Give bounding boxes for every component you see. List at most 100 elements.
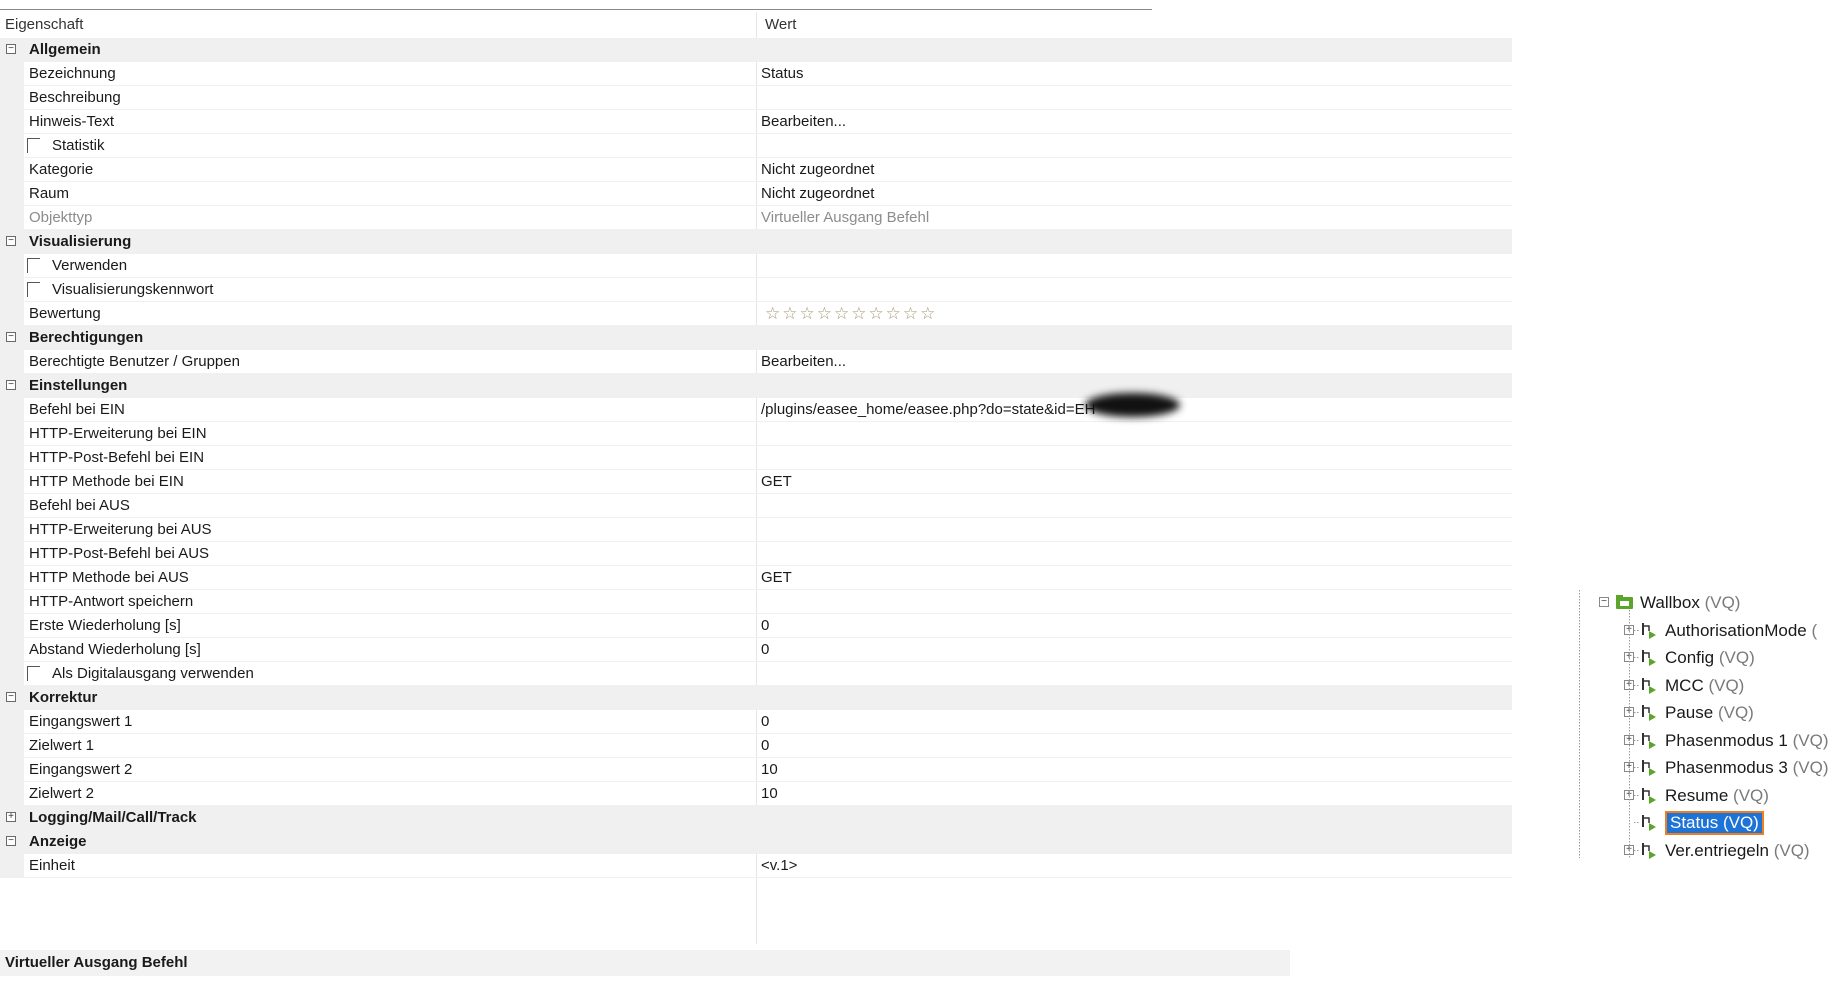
expand-icon[interactable]: +	[6, 812, 16, 822]
category-row-visualisierung[interactable]: − Visualisierung	[0, 230, 1512, 254]
checkbox-statistik[interactable]	[27, 138, 40, 153]
property-row-http-methode-bei-ein[interactable]: HTTP Methode bei EIN GET	[0, 470, 1512, 494]
tree-item-phasenmodus-1[interactable]: +Phasenmodus 1 (VQ)	[1579, 728, 1846, 754]
category-row-logging-mail-call-track[interactable]: + Logging/Mail/Call/Track	[0, 806, 1512, 830]
row-gutter	[0, 254, 24, 278]
tree-item-label[interactable]: Config (VQ)	[1665, 645, 1755, 671]
property-row-http-erweiterung-bei-aus[interactable]: HTTP-Erweiterung bei AUS	[0, 518, 1512, 542]
tree-item-label[interactable]: Resume (VQ)	[1665, 783, 1769, 809]
property-row-verwenden[interactable]: Verwenden	[0, 254, 1512, 278]
tree-item-label[interactable]: Phasenmodus 3 (VQ)	[1665, 755, 1829, 781]
row-gutter	[0, 134, 24, 158]
property-value[interactable]: Bearbeiten...	[761, 350, 846, 374]
collapse-icon[interactable]: −	[6, 692, 16, 702]
property-row-visualisierungskennwort[interactable]: Visualisierungskennwort	[0, 278, 1512, 302]
tree-item-pause[interactable]: +Pause (VQ)	[1579, 700, 1846, 726]
property-value[interactable]: Status	[761, 62, 804, 86]
property-value[interactable]: 0	[761, 614, 769, 638]
tree-item-name: Config	[1665, 648, 1715, 667]
property-row-http-erweiterung-bei-ein[interactable]: HTTP-Erweiterung bei EIN	[0, 422, 1512, 446]
property-value[interactable]: Bearbeiten...	[761, 110, 846, 134]
property-row-zielwert-1[interactable]: Zielwert 1 0	[0, 734, 1512, 758]
property-value[interactable]: /plugins/easee_home/easee.php?do=state&i…	[761, 398, 1095, 422]
property-row-einheit[interactable]: Einheit <v.1>	[0, 854, 1512, 878]
tree-item-wallbox[interactable]: − Wallbox (VQ)	[1579, 590, 1846, 616]
category-row-allgemein[interactable]: − Allgemein	[0, 38, 1512, 62]
property-row-eingangswert-2[interactable]: Eingangswert 2 10	[0, 758, 1512, 782]
star-rating[interactable]: ☆☆☆☆☆☆☆☆☆☆	[765, 304, 937, 324]
property-value[interactable]: GET	[761, 470, 792, 494]
collapse-icon[interactable]: −	[6, 380, 16, 390]
tree-item-label[interactable]: Phasenmodus 1 (VQ)	[1665, 728, 1829, 754]
property-row-abstand-wiederholung-s[interactable]: Abstand Wiederholung [s] 0	[0, 638, 1512, 662]
column-header-value[interactable]: Wert	[765, 12, 796, 38]
property-row-erste-wiederholung-s[interactable]: Erste Wiederholung [s] 0	[0, 614, 1512, 638]
tree-item-mcc[interactable]: +MCC (VQ)	[1579, 673, 1846, 699]
tree-item-phasenmodus-3[interactable]: +Phasenmodus 3 (VQ)	[1579, 755, 1846, 781]
property-row-befehl-bei-ein[interactable]: Befehl bei EIN/plugins/easee_home/easee.…	[0, 398, 1512, 422]
property-row-http-methode-bei-aus[interactable]: HTTP Methode bei AUS GET	[0, 566, 1512, 590]
property-value[interactable]: 10	[761, 758, 778, 782]
checkbox-verwenden[interactable]	[27, 258, 40, 273]
category-row-korrektur[interactable]: − Korrektur	[0, 686, 1512, 710]
property-row-eingangswert-1[interactable]: Eingangswert 1 0	[0, 710, 1512, 734]
row-gutter	[0, 782, 24, 806]
property-row-kategorie[interactable]: Kategorie Nicht zugeordnet	[0, 158, 1512, 182]
property-row-raum[interactable]: Raum Nicht zugeordnet	[0, 182, 1512, 206]
tree-item-config[interactable]: +Config (VQ)	[1579, 645, 1846, 671]
collapse-icon[interactable]: −	[6, 236, 16, 246]
property-label: Allgemein	[29, 41, 101, 58]
tree-item-label[interactable]: Pause (VQ)	[1665, 700, 1754, 726]
tree-item-label[interactable]: Ver.entriegeln (VQ)	[1665, 838, 1810, 864]
checkbox-als-digitalausgang-verwenden[interactable]	[27, 666, 40, 681]
tree-item-type-suffix: (VQ)	[1733, 785, 1769, 805]
tree-item-label[interactable]: MCC (VQ)	[1665, 673, 1744, 699]
tree-item-type-suffix: (VQ)	[1722, 813, 1759, 832]
tree-item-label[interactable]: Wallbox (VQ)	[1640, 590, 1740, 616]
property-row-zielwert-2[interactable]: Zielwert 2 10	[0, 782, 1512, 806]
property-row-objekttyp[interactable]: Objekttyp Virtueller Ausgang Befehl	[0, 206, 1512, 230]
tree-item-type-suffix: (VQ)	[1708, 675, 1745, 695]
column-header-property[interactable]: Eigenschaft	[5, 12, 83, 38]
property-row-http-post-befehl-bei-aus[interactable]: HTTP-Post-Befehl bei AUS	[0, 542, 1512, 566]
property-value[interactable]: 0	[761, 638, 769, 662]
property-value[interactable]: 0	[761, 710, 769, 734]
property-label: Eingangswert 1	[29, 713, 133, 730]
virtual-output-icon	[1640, 787, 1660, 805]
property-value[interactable]: GET	[761, 566, 792, 590]
tree-item-label[interactable]: AuthorisationMode (	[1665, 618, 1817, 644]
property-value[interactable]: Nicht zugeordnet	[761, 158, 874, 182]
property-row-beschreibung[interactable]: Beschreibung	[0, 86, 1512, 110]
collapse-icon[interactable]: −	[1599, 597, 1609, 607]
property-value[interactable]: Nicht zugeordnet	[761, 182, 874, 206]
category-row-berechtigungen[interactable]: − Berechtigungen	[0, 326, 1512, 350]
property-row-statistik[interactable]: Statistik	[0, 134, 1512, 158]
property-row-bezeichnung[interactable]: Bezeichnung Status	[0, 62, 1512, 86]
category-row-einstellungen[interactable]: − Einstellungen	[0, 374, 1512, 398]
tree-item-status[interactable]: Status (VQ)	[1579, 810, 1846, 836]
row-gutter	[0, 398, 24, 422]
collapse-icon[interactable]: −	[6, 332, 16, 342]
property-row-befehl-bei-aus[interactable]: Befehl bei AUS	[0, 494, 1512, 518]
row-gutter	[0, 566, 24, 590]
top-divider	[0, 9, 1152, 10]
property-row-berechtigte-benutzer-gruppen[interactable]: Berechtigte Benutzer / Gruppen Bearbeiten…	[0, 350, 1512, 374]
property-value[interactable]: Virtueller Ausgang Befehl	[761, 206, 929, 230]
property-value[interactable]: 0	[761, 734, 769, 758]
property-row-bewertung[interactable]: Bewertung ☆☆☆☆☆☆☆☆☆☆	[0, 302, 1512, 326]
property-row-http-post-befehl-bei-ein[interactable]: HTTP-Post-Befehl bei EIN	[0, 446, 1512, 470]
property-value[interactable]: <v.1>	[761, 854, 797, 878]
property-row-hinweis-text[interactable]: Hinweis-Text Bearbeiten...	[0, 110, 1512, 134]
collapse-icon[interactable]: −	[6, 44, 16, 54]
property-row-als-digitalausgang-verwenden[interactable]: Als Digitalausgang verwenden	[0, 662, 1512, 686]
property-row-http-antwort-speichern[interactable]: HTTP-Antwort speichern	[0, 590, 1512, 614]
tree-item-label[interactable]: Status (VQ)	[1665, 811, 1764, 835]
tree-item-resume[interactable]: +Resume (VQ)	[1579, 783, 1846, 809]
checkbox-visualisierungskennwort[interactable]	[27, 282, 40, 297]
tree-item-authorisationmode[interactable]: +AuthorisationMode (	[1579, 618, 1846, 644]
row-gutter	[0, 86, 24, 110]
tree-item-ver-entriegeln[interactable]: +Ver.entriegeln (VQ)	[1579, 838, 1846, 864]
category-row-anzeige[interactable]: − Anzeige	[0, 830, 1512, 854]
collapse-icon[interactable]: −	[6, 836, 16, 846]
property-value[interactable]: 10	[761, 782, 778, 806]
